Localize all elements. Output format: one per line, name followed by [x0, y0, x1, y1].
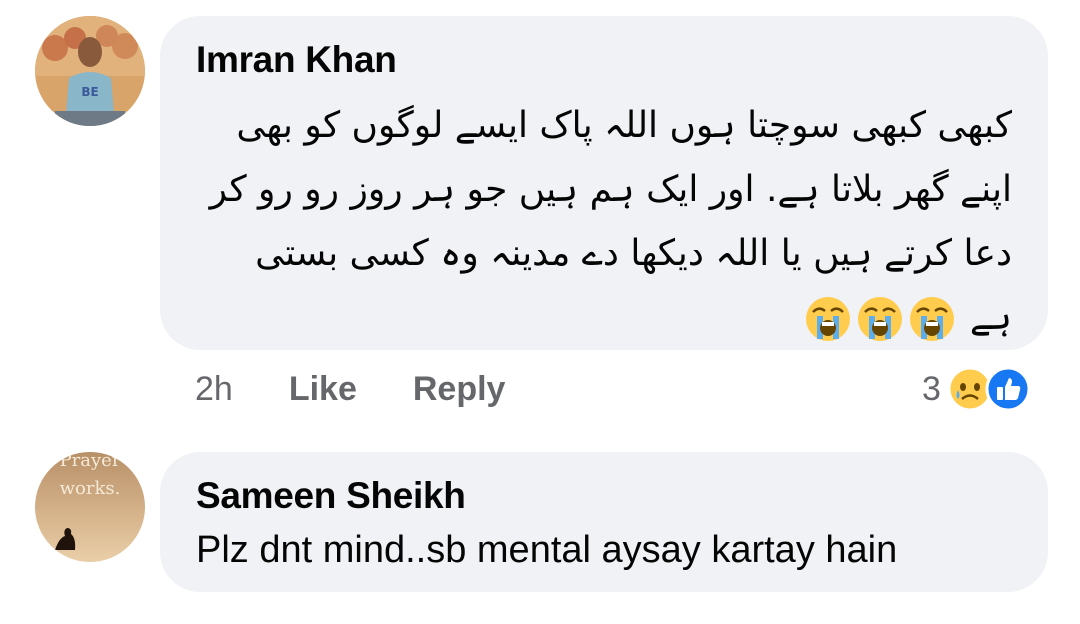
avatar-caption-1: Prayer: [60, 452, 121, 471]
comment-author[interactable]: Imran Khan: [196, 38, 1012, 82]
loudly-crying-face-icon: [909, 297, 954, 341]
reaction-count: 3: [922, 369, 941, 408]
comment-text-line: دعا کرتے ہیں یا اللہ دیکھا دے مدینہ وہ ک…: [255, 233, 1012, 274]
like-thumb-icon: [985, 366, 1031, 412]
comment-timestamp[interactable]: 2h: [195, 370, 233, 409]
avatar-caption-2: works.: [60, 478, 121, 499]
comment-text-line: اپنے گھر بلاتا ہے. اور ایک ہم ہیں جو ہر …: [209, 169, 1012, 210]
comment-text: Plz dnt mind..sb mental aysay kartay hai…: [196, 529, 898, 571]
comment-text-line: ہے: [969, 297, 1012, 338]
avatar-sameen-sheikh[interactable]: Prayer works.: [35, 452, 145, 562]
avatar-imran-khan[interactable]: BE: [35, 16, 145, 126]
comment-bubble: Imran Khan کبھی کبھی سوچتا ہوں اللہ پاک …: [160, 16, 1048, 350]
comments-thread: BE Imran Khan کبھی کبھی سوچتا ہوں اللہ پ…: [0, 0, 1080, 624]
like-button[interactable]: Like: [289, 370, 357, 409]
comment-text-line-last: ہے: [196, 286, 1012, 350]
comment-text: کبھی کبھی سوچتا ہوں اللہ پاک ایسے لوگوں …: [196, 94, 1012, 350]
svg-text:BE: BE: [81, 85, 98, 99]
comment-actions: 2h Like Reply: [195, 370, 561, 409]
emoji-row: [804, 295, 956, 343]
loudly-crying-face-icon: [805, 297, 850, 341]
loudly-crying-face-icon: [857, 297, 902, 341]
reaction-summary[interactable]: 3: [922, 366, 1031, 412]
reply-button[interactable]: Reply: [413, 370, 506, 409]
comment-bubble: Sameen Sheikh Plz dnt mind..sb mental ay…: [160, 452, 1048, 592]
comment-author[interactable]: Sameen Sheikh: [196, 474, 1012, 518]
comment-text-line: کبھی کبھی سوچتا ہوں اللہ پاک ایسے لوگوں …: [236, 105, 1012, 146]
